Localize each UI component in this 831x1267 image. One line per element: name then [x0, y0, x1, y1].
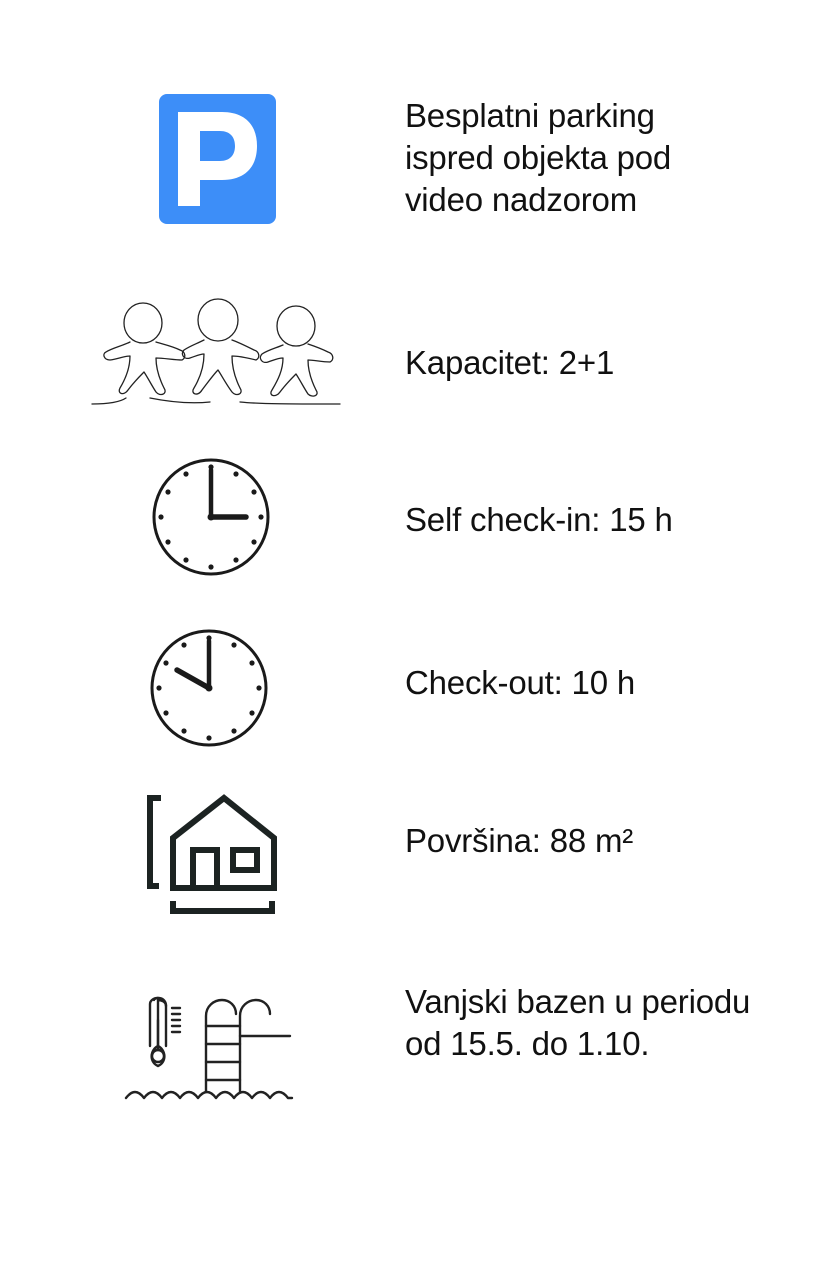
house-area-icon — [147, 794, 277, 914]
check-out-label: Check-out: 10 h — [405, 662, 635, 704]
clock-icon — [150, 629, 268, 747]
area-label: Površina: 88 m² — [405, 820, 633, 862]
parking-label-line-3: video nadzorom — [405, 181, 638, 218]
check-in-label: Self check-in: 15 h — [405, 499, 673, 541]
area-label-line-1: Površina: 88 m² — [405, 822, 634, 859]
parking-label-line-1: Besplatni parking — [405, 97, 655, 134]
pool-label: Vanjski bazen u periodu od 15.5. do 1.10… — [405, 981, 750, 1065]
parking-label: Besplatni parking ispred objekta pod vid… — [405, 95, 671, 221]
parking-label-line-2: ispred objekta pod — [405, 139, 672, 176]
clock-icon — [152, 458, 270, 576]
capacity-label: Kapacitet: 2+1 — [405, 342, 614, 384]
pool-label-line-2: od 15.5. do 1.10. — [405, 1025, 650, 1062]
pool-label-line-1: Vanjski bazen u periodu — [405, 983, 751, 1020]
check-out-label-line-1: Check-out: 10 h — [405, 664, 635, 701]
capacity-label-line-1: Kapacitet: 2+1 — [405, 344, 615, 381]
check-in-label-line-1: Self check-in: 15 h — [405, 501, 673, 538]
pool-icon — [124, 996, 294, 1100]
people-icon — [91, 298, 341, 405]
parking-icon — [159, 94, 276, 224]
